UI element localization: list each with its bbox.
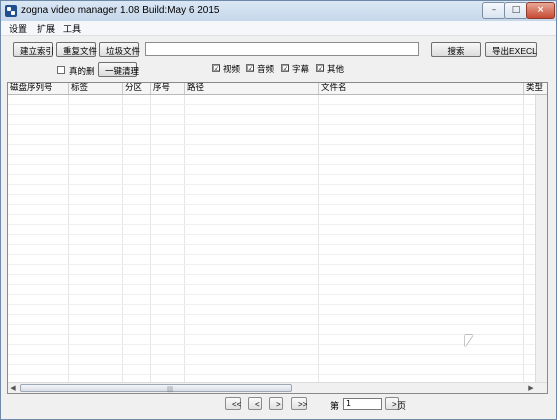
last-page-button[interactable]: >> [291, 397, 307, 410]
column-header-partition[interactable]: 分区 [123, 83, 151, 94]
scroll-grip-icon: ||| [167, 386, 174, 393]
grid-body[interactable] [8, 95, 535, 384]
column-header-file-name[interactable]: 文件名 [319, 83, 524, 94]
export-excel-button[interactable]: 导出EXECL [485, 42, 537, 57]
column-header-label[interactable]: 标签 [69, 83, 123, 94]
page-number-input[interactable]: 1 [343, 398, 382, 410]
maximize-button[interactable]: □ [504, 2, 528, 19]
build-index-button[interactable]: 建立索引 [13, 42, 54, 57]
main-window: zogna video manager 1.08 Build:May 6 201… [0, 0, 557, 420]
audio-filter-checkbox[interactable]: ☑ [246, 64, 254, 73]
vertical-scrollbar[interactable] [535, 95, 547, 384]
duplicate-files-button[interactable]: 重复文件 [56, 42, 97, 57]
previous-page-button[interactable]: < [248, 397, 262, 410]
mouse-pointer-icon [465, 335, 473, 347]
horizontal-scroll-thumb[interactable]: ||| [20, 384, 292, 393]
title-bar: zogna video manager 1.08 Build:May 6 201… [1, 1, 556, 21]
one-click-clean-button[interactable]: 一键清理 [98, 62, 139, 77]
first-page-button[interactable]: << [225, 397, 241, 410]
video-filter-checkbox[interactable]: ☑ [212, 64, 220, 73]
column-header-number[interactable]: 序号 [151, 83, 185, 94]
other-filter-checkbox[interactable]: ☑ [316, 64, 324, 73]
close-button[interactable]: × [526, 2, 555, 19]
column-header-type[interactable]: 类型 [524, 83, 547, 94]
menu-extensions[interactable]: 扩展 [37, 22, 55, 35]
menu-tools[interactable]: 工具 [63, 22, 81, 35]
minimize-button[interactable]: – [482, 2, 506, 19]
subtitle-filter-label: 字幕 [292, 65, 310, 75]
column-header-disk-serial[interactable]: 磁盘序列号 [8, 83, 69, 94]
horizontal-scrollbar[interactable]: ◀ ||| ▶ [8, 382, 547, 393]
menu-settings[interactable]: 设置 [9, 22, 27, 35]
column-header-path[interactable]: 路径 [185, 83, 319, 94]
real-delete-checkbox[interactable] [57, 66, 65, 74]
page-label: 第 [330, 402, 340, 412]
window-title: zogna video manager 1.08 Build:May 6 201… [21, 5, 220, 16]
next-page-button[interactable]: > [269, 397, 283, 410]
video-filter-label: 视频 [223, 65, 241, 75]
audio-filter-label: 音频 [257, 65, 275, 75]
search-input[interactable] [145, 42, 419, 56]
junk-files-button[interactable]: 垃圾文件 [99, 42, 140, 57]
search-button[interactable]: 搜索 [431, 42, 481, 57]
grid-header: 磁盘序列号 标签 分区 序号 路径 文件名 类型 [8, 83, 547, 95]
scroll-right-icon[interactable]: ▶ [527, 384, 535, 392]
page-suffix: 页 [397, 402, 407, 412]
other-filter-label: 其他 [327, 65, 345, 75]
subtitle-filter-checkbox[interactable]: ☑ [281, 64, 289, 73]
app-icon [5, 5, 17, 17]
real-delete-label: 真的删 [69, 67, 95, 77]
scroll-left-icon[interactable]: ◀ [9, 384, 17, 392]
menu-bar: 设置 扩展 工具 [1, 21, 556, 36]
file-grid: 磁盘序列号 标签 分区 序号 路径 文件名 类型 ◀ ||| ▶ [7, 82, 548, 394]
